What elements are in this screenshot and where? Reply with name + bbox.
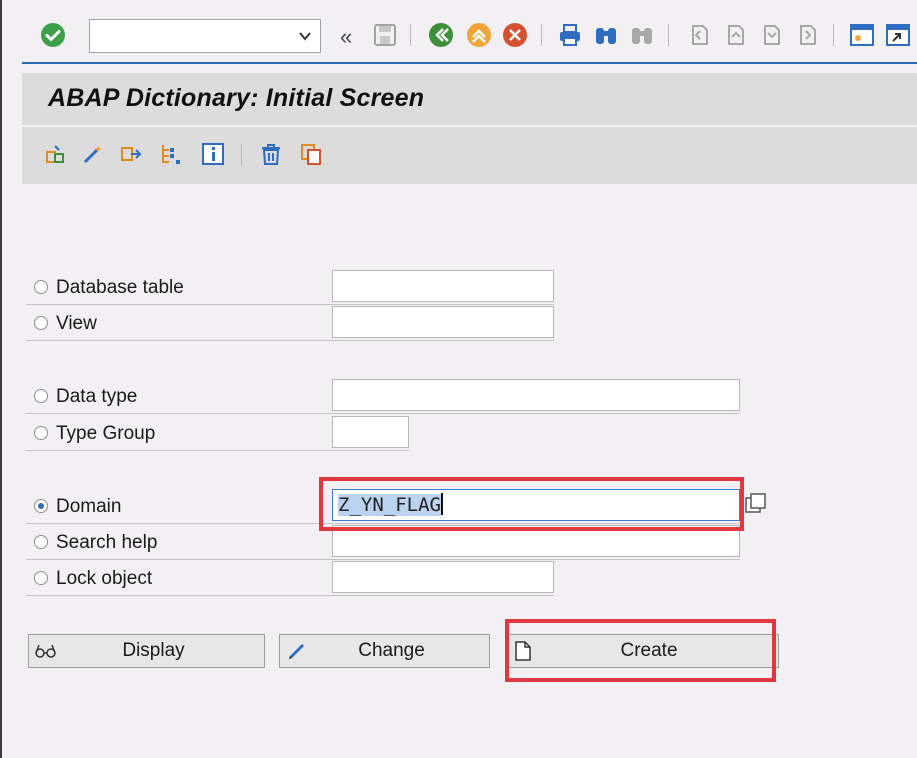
create-highlight-box — [505, 619, 776, 682]
app-toolbar-separator — [241, 144, 242, 166]
view-label: View — [56, 313, 97, 334]
find-icon[interactable] — [593, 22, 619, 48]
domain-label: Domain — [56, 496, 122, 517]
window-left-border — [0, 0, 2, 758]
change-button-label: Change — [358, 640, 425, 661]
back-icon[interactable] — [428, 22, 454, 48]
row-divider — [26, 559, 740, 560]
row-divider — [26, 304, 554, 305]
toolbar-separator — [833, 24, 834, 46]
command-dropdown-icon[interactable] — [298, 29, 312, 48]
row-divider — [26, 595, 554, 596]
print-icon[interactable] — [557, 22, 583, 48]
exit-icon[interactable] — [466, 22, 492, 48]
toolbar-separator — [410, 24, 411, 46]
shortcut-icon[interactable] — [885, 22, 911, 48]
search-help-label: Search help — [56, 532, 158, 553]
view-radio[interactable] — [34, 316, 48, 330]
value-help-icon[interactable] — [744, 492, 768, 521]
enter-icon[interactable] — [40, 22, 66, 48]
toolbar-separator — [668, 24, 669, 46]
info-icon[interactable] — [200, 141, 226, 167]
domain-highlight-box — [319, 477, 744, 531]
other-object-icon[interactable] — [42, 141, 68, 167]
type-group-input[interactable] — [332, 416, 409, 448]
next-page-icon[interactable] — [758, 22, 784, 48]
database-table-label: Database table — [56, 277, 184, 298]
type-group-radio[interactable] — [34, 426, 48, 440]
previous-page-icon[interactable] — [722, 22, 748, 48]
save-icon[interactable] — [372, 22, 398, 48]
application-toolbar — [22, 127, 917, 184]
lock-object-label: Lock object — [56, 568, 153, 589]
view-input[interactable] — [332, 306, 554, 338]
database-table-input[interactable] — [332, 270, 554, 302]
delete-icon[interactable] — [258, 141, 284, 167]
row-divider — [26, 450, 409, 451]
copy-icon[interactable] — [298, 141, 324, 167]
collapse-icon[interactable]: « — [340, 24, 352, 50]
domain-radio[interactable] — [34, 499, 48, 513]
data-type-label: Data type — [56, 386, 138, 407]
database-table-radio[interactable] — [34, 280, 48, 294]
display-button[interactable]: Display — [28, 634, 265, 668]
data-type-radio[interactable] — [34, 389, 48, 403]
lock-object-input[interactable] — [332, 561, 554, 593]
pencil-icon — [280, 640, 314, 662]
page-title: ABAP Dictionary: Initial Screen — [48, 84, 425, 112]
lock-object-radio[interactable] — [34, 571, 48, 585]
row-divider — [26, 413, 740, 414]
last-page-icon[interactable] — [794, 22, 820, 48]
search-help-radio[interactable] — [34, 535, 48, 549]
cancel-icon[interactable] — [502, 22, 528, 48]
toolbar-separator — [541, 24, 542, 46]
toolbar-divider — [22, 62, 917, 64]
display-object-list-icon[interactable] — [158, 141, 184, 167]
row-divider — [26, 340, 554, 341]
check-icon[interactable] — [80, 141, 106, 167]
type-group-label: Type Group — [56, 423, 156, 444]
change-button[interactable]: Change — [279, 634, 490, 668]
data-type-input[interactable] — [332, 379, 740, 411]
find-next-icon[interactable] — [629, 22, 655, 48]
first-page-icon[interactable] — [686, 22, 712, 48]
display-button-label: Display — [122, 640, 185, 661]
command-field[interactable] — [89, 19, 321, 53]
create-session-icon[interactable] — [849, 22, 875, 48]
glasses-icon — [29, 642, 63, 660]
where-used-icon[interactable] — [118, 141, 144, 167]
